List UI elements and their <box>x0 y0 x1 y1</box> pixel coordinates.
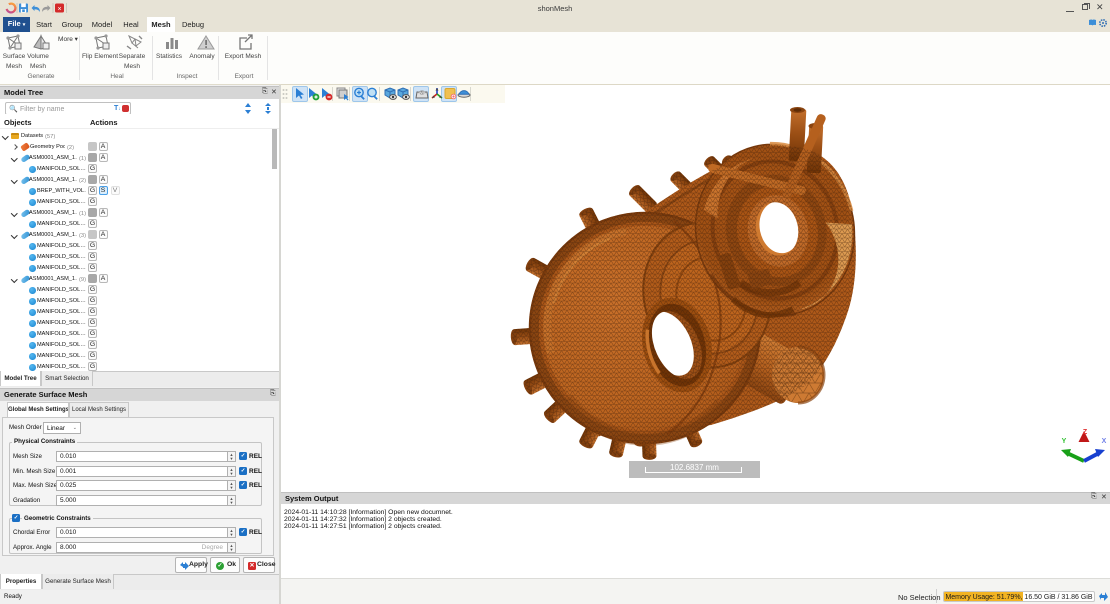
svg-text:Y: Y <box>1062 438 1067 445</box>
svg-text:×: × <box>57 6 61 13</box>
svg-text:WB: WB <box>419 90 426 95</box>
svg-text:Z: Z <box>1083 429 1088 436</box>
svg-text:X: X <box>1102 438 1107 445</box>
